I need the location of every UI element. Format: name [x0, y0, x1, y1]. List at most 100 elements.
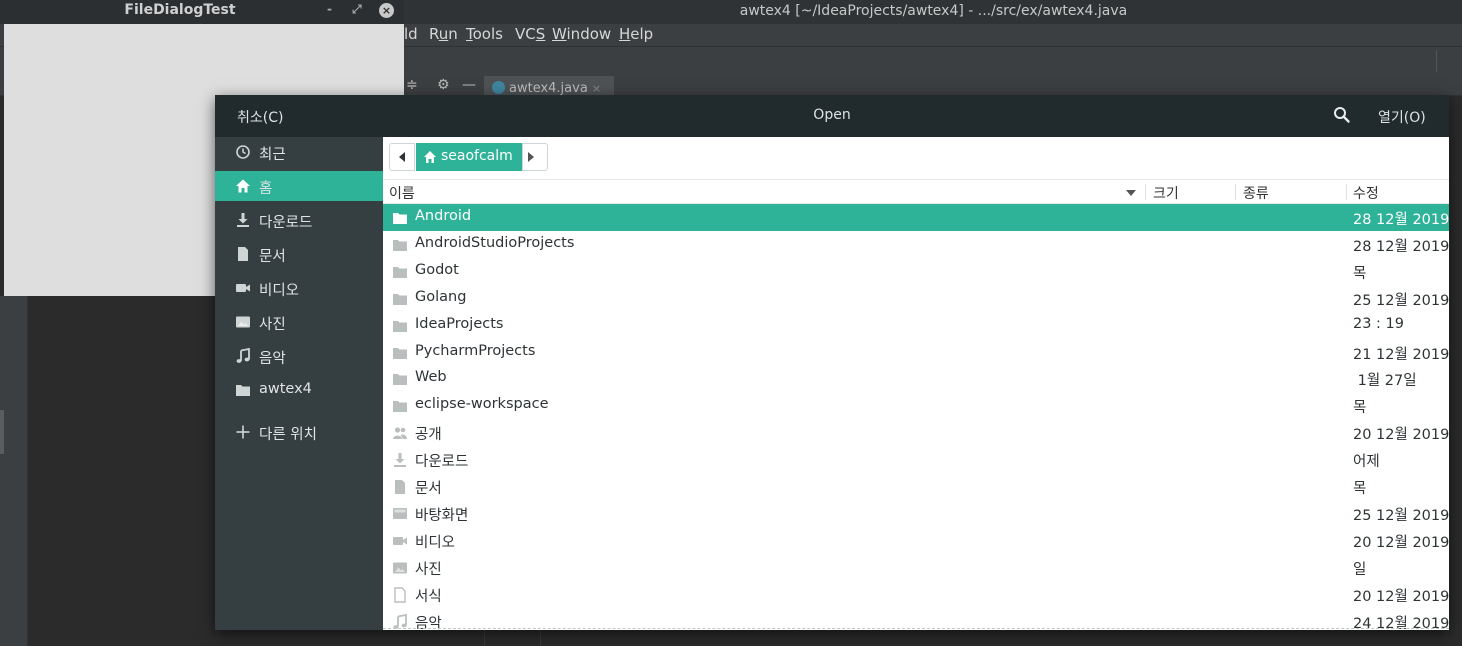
menu-vcs[interactable]: VCS [515, 25, 545, 43]
template-icon [392, 587, 408, 603]
column-divider[interactable] [1346, 184, 1347, 200]
menu-label: VC [515, 25, 536, 43]
folder-icon [392, 237, 408, 252]
file-name: PycharmProjects [415, 343, 536, 359]
file-row[interactable]: Web 1월 27일 [383, 365, 1449, 392]
file-name: 바탕화면 [415, 508, 469, 524]
file-row[interactable]: 사진 일 [383, 554, 1449, 581]
menu-mnemonic: u [438, 25, 449, 43]
ide-window-title: awtex4 [~/IdeaProjects/awtex4] - .../src… [739, 3, 1128, 19]
toolbar-separator [1436, 50, 1437, 72]
file-row[interactable]: Godot 목 [383, 258, 1449, 285]
file-modified: 23 : 19 [1353, 316, 1405, 332]
path-forward-button[interactable] [522, 143, 548, 171]
column-divider[interactable] [1145, 184, 1146, 200]
minimize-icon[interactable]: - [327, 2, 332, 16]
search-icon[interactable] [1333, 106, 1355, 126]
sidebar-item-4[interactable]: 문서 [215, 239, 383, 269]
clock-icon [235, 144, 251, 160]
gear-icon[interactable]: ⚙ [437, 77, 450, 93]
menu-run[interactable]: Run [429, 25, 458, 43]
sidebar-item-7[interactable]: 음악 [215, 341, 383, 371]
file-modified: 목 [1353, 481, 1367, 497]
places-sidebar: 최근홈다운로드문서비디오사진음악 awtex4 다른 위치 [215, 137, 383, 630]
file-row[interactable]: AndroidStudioProjects 28 12월 2019 [383, 231, 1449, 258]
column-modified[interactable]: 수정 [1353, 183, 1379, 203]
path-home-button[interactable]: seaofcalm [416, 143, 522, 171]
file-modified: 28 12월 2019 [1353, 239, 1449, 255]
close-icon[interactable]: × [379, 3, 394, 18]
column-divider[interactable] [1235, 184, 1236, 200]
file-name: Golang [415, 289, 467, 305]
file-row[interactable]: 다운로드 어제 [383, 446, 1449, 473]
file-modified: 21 12월 2019 [1353, 347, 1449, 363]
menu-label: elp [630, 25, 654, 43]
file-row[interactable]: 음악 24 12월 2019 [383, 608, 1449, 630]
list-bottom-border [383, 628, 1449, 629]
collapse-all-icon[interactable]: ≑ [406, 77, 418, 93]
sidebar-item-label: 비디오 [259, 283, 300, 299]
menu-tools[interactable]: Tools [466, 25, 503, 43]
file-name: 문서 [415, 481, 442, 497]
file-row[interactable]: IdeaProjects 23 : 19 [383, 312, 1449, 339]
sort-descending-icon[interactable] [1126, 190, 1136, 196]
file-row[interactable]: Android 28 12월 2019 [383, 204, 1449, 231]
file-name: IdeaProjects [415, 316, 504, 332]
column-type[interactable]: 종류 [1243, 183, 1269, 203]
file-row[interactable]: 공개 20 12월 2019 [383, 419, 1449, 446]
file-list: Android 28 12월 2019 AndroidStudioProjects 2… [383, 204, 1449, 630]
tool-strip-marker[interactable] [0, 410, 4, 454]
sidebar-item-5[interactable]: 비디오 [215, 273, 383, 303]
sidebar-item-9[interactable]: 다른 위치 [215, 417, 383, 447]
folder-icon [392, 345, 408, 360]
file-modified: 목 [1353, 266, 1367, 282]
path-back-button[interactable] [389, 143, 415, 171]
image-icon [392, 560, 408, 575]
menu-build[interactable]: ld [404, 25, 418, 43]
maximize-icon[interactable]: ⤢ [352, 2, 362, 17]
file-modified: 어제 [1353, 454, 1380, 470]
cancel-button[interactable]: 취소(C) [237, 107, 283, 127]
sidebar-item-3[interactable]: 다운로드 [215, 205, 383, 235]
gutter-line [540, 630, 541, 646]
file-name: 공개 [415, 427, 442, 443]
file-name: AndroidStudioProjects [415, 235, 575, 251]
file-row[interactable]: 비디오 20 12월 2019 [383, 527, 1449, 554]
sidebar-item-8[interactable]: awtex4 [215, 375, 383, 405]
gutter-line [484, 630, 485, 646]
plus-icon [235, 424, 251, 440]
menu-help[interactable]: Help [619, 25, 653, 43]
file-row[interactable]: 바탕화면 25 12월 2019 [383, 500, 1449, 527]
hide-panel-icon[interactable]: — [462, 77, 476, 93]
file-row[interactable]: Golang 25 12월 2019 [383, 285, 1449, 312]
sidebar-item-1[interactable]: 최근 [215, 137, 383, 167]
open-button[interactable]: 열기(O) [1378, 107, 1426, 127]
menu-label: ools [472, 25, 503, 43]
column-size[interactable]: 크기 [1153, 183, 1179, 203]
file-modified: 1월 27일 [1353, 373, 1417, 389]
file-row[interactable]: 서식 20 12월 2019 [383, 581, 1449, 608]
close-tab-icon[interactable]: × [592, 82, 601, 95]
editor-tab-awtex4[interactable]: awtex4.java × [484, 76, 614, 96]
path-home-label: seaofcalm [441, 148, 513, 164]
desktop-icon [392, 506, 408, 521]
chevron-left-icon [399, 152, 405, 162]
file-modified: 20 12월 2019 [1353, 427, 1449, 443]
editor-tab-label: awtex4.java [509, 81, 588, 96]
sidebar-item-6[interactable]: 사진 [215, 307, 383, 337]
ide-tool-strip [0, 296, 28, 646]
file-name: eclipse-workspace [415, 396, 549, 412]
open-file-dialog: 취소(C) Open 열기(O) 최근 홈 다운로드 문서 비디오 사진 음악 awtex4 다… [215, 95, 1449, 630]
image-icon [235, 314, 251, 330]
column-name[interactable]: 이름 [389, 183, 415, 203]
menu-window[interactable]: Window [552, 25, 611, 43]
dialog-title: Open [813, 107, 851, 123]
sidebar-item-2[interactable]: 홈 [215, 171, 383, 201]
file-row[interactable]: 문서 목 [383, 473, 1449, 500]
file-modified: 28 12월 2019 [1353, 212, 1449, 228]
file-name: Android [415, 208, 472, 224]
file-row[interactable]: PycharmProjects 21 12월 2019 [383, 339, 1449, 366]
file-modified: 목 [1353, 400, 1367, 416]
file-browser: seaofcalm 이름 크기 종류 수정 Android 28 12월 2019… [383, 137, 1449, 630]
file-row[interactable]: eclipse-workspace 목 [383, 392, 1449, 419]
